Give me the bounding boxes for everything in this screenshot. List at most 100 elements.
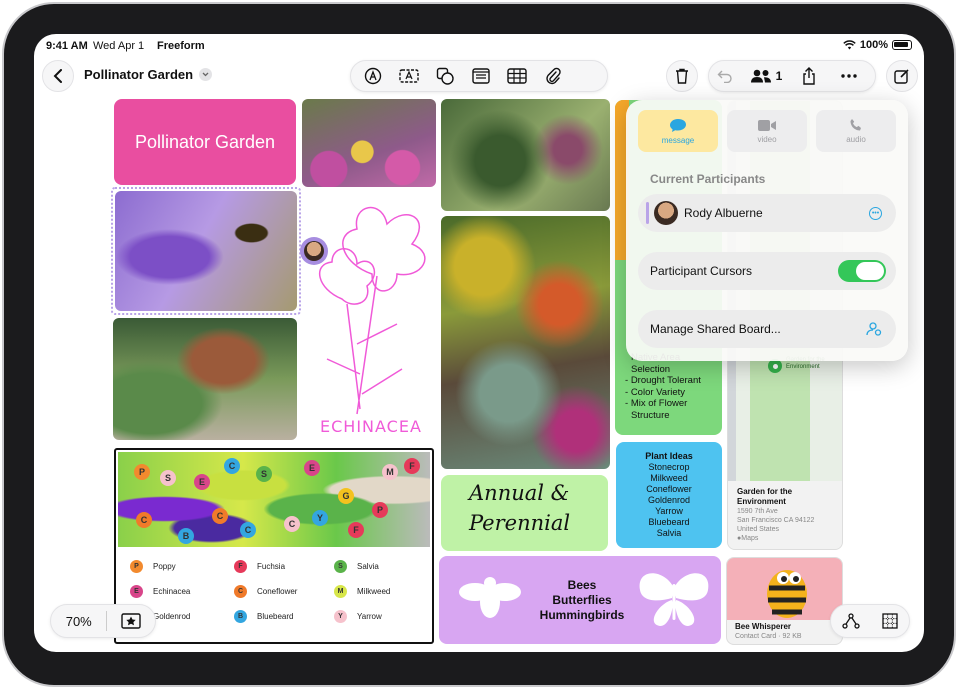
legend-label: Bluebeard: [257, 612, 294, 621]
pollinator-item: Hummingbirds: [539, 608, 625, 622]
legend-label: Milkweed: [357, 587, 391, 596]
status-bar: 9:41 AM Wed Apr 1 Freeform 100%: [34, 34, 924, 58]
screen: 9:41 AM Wed Apr 1 Freeform 100% Pollinat…: [34, 34, 924, 652]
legend-item: S Salvia: [334, 560, 379, 573]
collab-toolbar: 1: [708, 60, 876, 92]
message-option[interactable]: message: [638, 110, 718, 152]
battery-percent: 100%: [859, 39, 888, 51]
pollinator-item: Bees: [567, 578, 597, 592]
attachment-button[interactable]: [535, 61, 571, 91]
goals-list: Native Area Selection - Drought Tolerant…: [625, 352, 701, 421]
handwriting-line1: Annual &: [469, 481, 570, 505]
legend-dot: B: [234, 610, 247, 623]
wifi-icon: [843, 40, 856, 50]
plan-dot: G: [338, 488, 354, 504]
plan-dot: F: [348, 522, 364, 538]
planting-plan-card[interactable]: P S E C S E G M F C B C C C Y F P P Poppy…: [114, 448, 434, 644]
sketch-label: ECHINACEA: [320, 417, 422, 436]
zoom-level[interactable]: 70%: [51, 614, 106, 629]
butterfly-photo[interactable]: [302, 99, 436, 187]
manage-shared-board-button[interactable]: Manage Shared Board...: [638, 310, 896, 348]
board-title: Pollinator Garden: [84, 67, 194, 82]
bee-character-icon: [767, 570, 807, 618]
plan-dot: C: [212, 508, 228, 524]
compose-icon: [894, 69, 909, 84]
list-item: Selection: [631, 363, 671, 375]
plan-dot: C: [240, 522, 256, 538]
text-box-button[interactable]: [391, 61, 427, 91]
chevron-down-icon: [199, 68, 213, 81]
undo-button[interactable]: [709, 61, 741, 91]
status-app: Freeform: [157, 40, 205, 52]
plant-idea: Salvia: [656, 528, 682, 538]
plan-dot: B: [178, 528, 194, 544]
plant-idea: Yarrow: [655, 506, 683, 516]
back-button[interactable]: [42, 60, 74, 92]
legend-item: E Echinacea: [130, 585, 190, 598]
plan-dot: S: [160, 470, 176, 486]
status-date: Wed Apr 1: [93, 40, 145, 52]
plan-dot: C: [284, 516, 300, 532]
sticky-note-button[interactable]: [463, 61, 499, 91]
star-box-icon: [121, 613, 141, 629]
new-board-button[interactable]: [886, 60, 918, 92]
legend-dot: E: [130, 585, 143, 598]
collaborators-button[interactable]: 1: [741, 61, 791, 91]
plant-ideas-title: Plant Ideas: [645, 451, 693, 461]
shapes-icon: [436, 67, 454, 85]
plan-dot: P: [134, 464, 150, 480]
status-time: 9:41 AM: [46, 40, 88, 52]
annual-perennial-note[interactable]: Annual & Perennial: [441, 475, 608, 551]
map-address: 1590 7th Ave: [737, 508, 778, 515]
pen-tool-button[interactable]: [355, 61, 391, 91]
audio-label: audio: [846, 135, 866, 144]
plant-idea: Coneflower: [646, 484, 692, 494]
connector-button[interactable]: [831, 613, 870, 629]
trash-button[interactable]: [666, 60, 698, 92]
share-button[interactable]: [791, 61, 827, 91]
plant-idea: Stonecrop: [648, 462, 690, 472]
echinacea-sketch[interactable]: ECHINACEA: [302, 194, 442, 444]
grid-button[interactable]: [870, 613, 909, 629]
legend-item: Y Yarrow: [334, 610, 382, 623]
legend-dot: Y: [334, 610, 347, 623]
plant-ideas-card[interactable]: Plant Ideas Stonecrop Milkweed Coneflowe…: [616, 442, 722, 548]
table-button[interactable]: [499, 61, 535, 91]
participant-cursors-toggle[interactable]: [838, 260, 886, 282]
favorites-button[interactable]: [107, 613, 155, 629]
legend-label: Salvia: [357, 562, 379, 571]
table-icon: [507, 68, 527, 84]
legend-label: Goldenrod: [153, 612, 191, 621]
legend-label: Fuchsia: [257, 562, 286, 571]
hummingbird-photo[interactable]: [441, 99, 610, 211]
trash-icon: [676, 68, 688, 84]
message-icon: [670, 118, 686, 132]
person-gear-icon: [866, 322, 882, 336]
shapes-button[interactable]: [427, 61, 463, 91]
pollinators-card[interactable]: Bees Butterflies Hummingbirds: [439, 556, 721, 644]
text-box-icon: [399, 69, 419, 83]
map-pin-icon: [768, 359, 782, 373]
audio-option[interactable]: audio: [816, 110, 896, 152]
selection-frame: [111, 187, 301, 315]
plan-dot: F: [404, 458, 420, 474]
participant-row[interactable]: Rody Albuerne •••: [638, 194, 896, 232]
plan-dot: E: [304, 460, 320, 476]
title-card-text: Pollinator Garden: [134, 131, 276, 152]
participant-name: Rody Albuerne: [684, 206, 763, 220]
share-icon: [803, 67, 815, 85]
video-label: video: [757, 134, 777, 144]
butterfly-silhouette-icon: [639, 573, 709, 626]
zoom-controls: 70%: [50, 604, 156, 638]
legend-item: F Fuchsia: [234, 560, 285, 573]
plan-dot: M: [382, 464, 398, 480]
pollinator-item: Butterflies: [552, 593, 612, 607]
more-button[interactable]: [827, 61, 871, 91]
video-option[interactable]: video: [727, 110, 807, 152]
contact-card[interactable]: Bee Whisperer Contact Card · 92 KB: [726, 557, 843, 645]
participant-more-icon[interactable]: •••: [869, 207, 882, 220]
title-card[interactable]: Pollinator Garden: [114, 99, 296, 185]
succulent-garden-photo[interactable]: [441, 216, 610, 469]
board-title-menu[interactable]: Pollinator Garden: [84, 67, 213, 82]
garden-bed-photo[interactable]: [113, 318, 297, 440]
